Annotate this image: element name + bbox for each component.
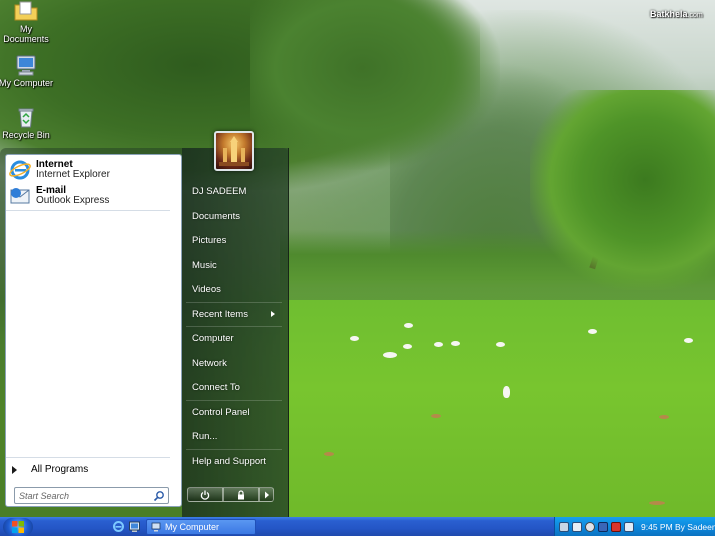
system-tray: 9:45 PM By Sadeem	[554, 517, 715, 536]
wallpaper-bird	[684, 338, 693, 343]
lock-icon	[238, 489, 244, 499]
taskbar-clock[interactable]: 9:45 PM By Sadeem	[641, 522, 715, 532]
wallpaper-leaf	[659, 415, 669, 419]
chevron-right-icon	[12, 465, 17, 474]
start-menu-link-control-panel[interactable]: Control Panel	[187, 402, 279, 422]
internet-explorer-icon	[9, 160, 31, 180]
taskbar-window-my-computer[interactable]: My Computer	[146, 519, 256, 535]
start-menu-link-run[interactable]: Run...	[187, 426, 279, 446]
power-button[interactable]	[187, 487, 223, 502]
wallpaper-bird	[496, 342, 505, 347]
start-menu-divider	[186, 302, 282, 303]
start-menu-link-music[interactable]: Music	[187, 255, 279, 275]
wallpaper-tree-right	[530, 90, 715, 290]
internet-explorer-icon[interactable]	[112, 520, 125, 533]
all-programs-separator	[6, 457, 170, 458]
user-picture-icon	[219, 136, 249, 166]
start-menu-link-network[interactable]: Network	[187, 353, 279, 373]
start-menu-link-documents[interactable]: Documents	[187, 206, 279, 226]
safely-remove-icon[interactable]	[624, 521, 634, 532]
lock-button[interactable]	[223, 487, 259, 502]
windows-logo-icon	[12, 521, 24, 533]
volume-icon[interactable]	[572, 521, 582, 532]
start-menu-link-connect-to[interactable]: Connect To	[187, 377, 279, 397]
submenu-arrow-icon	[271, 311, 275, 317]
monitor-icon[interactable]	[598, 521, 608, 532]
start-menu-divider	[186, 326, 282, 327]
wallpaper-leaf	[431, 414, 441, 418]
desktop-icon-my-computer[interactable]: My Computer	[0, 54, 56, 88]
start-menu-link-recent-items[interactable]: Recent Items	[187, 304, 279, 324]
start-button[interactable]	[3, 518, 33, 536]
start-menu-link-videos[interactable]: Videos	[187, 279, 279, 299]
start-menu-divider	[186, 449, 282, 450]
wallpaper-leaf	[324, 452, 334, 456]
search-icon[interactable]	[153, 490, 165, 502]
wallpaper-bird	[404, 323, 413, 328]
computer-icon	[16, 55, 36, 76]
wallpaper-bird	[503, 386, 510, 398]
start-menu-link-computer[interactable]: Computer	[187, 328, 279, 348]
recycle-bin-icon	[18, 108, 34, 128]
start-menu-link-pictures[interactable]: Pictures	[187, 230, 279, 250]
pinned-item-internet[interactable]: Internet Internet Explorer	[9, 157, 179, 183]
arrow-right-icon	[264, 491, 269, 498]
show-desktop-icon[interactable]	[128, 520, 141, 533]
power-icon	[200, 490, 210, 500]
wallpaper-bird	[434, 342, 443, 347]
pinned-separator	[6, 210, 170, 211]
folder-documents-icon	[14, 1, 38, 21]
user-avatar[interactable]	[214, 131, 254, 171]
start-menu-link-help-and-support[interactable]: Help and Support	[187, 451, 279, 471]
wallpaper-bird	[588, 329, 597, 334]
start-search-input[interactable]	[15, 488, 153, 503]
wallpaper-lawn	[280, 300, 715, 517]
wallpaper-leaf	[649, 501, 665, 505]
all-programs-button[interactable]: All Programs	[7, 462, 172, 477]
wallpaper-bird	[403, 344, 412, 349]
computer-icon	[151, 522, 161, 532]
start-search-box[interactable]	[14, 487, 169, 504]
desktop-icon-recycle-bin[interactable]: Recycle Bin	[0, 106, 56, 140]
wallpaper-brand-text: Batkhela.com	[650, 9, 703, 19]
wallpaper-bird	[350, 336, 359, 341]
start-menu-user-name[interactable]: DJ SADEEM	[187, 181, 279, 201]
antivirus-icon[interactable]	[585, 521, 595, 532]
desktop-icon-my-documents[interactable]: My Documents	[0, 0, 56, 44]
security-icon[interactable]	[611, 521, 621, 532]
network-icon[interactable]	[559, 521, 569, 532]
wallpaper-bird	[451, 341, 460, 346]
shutdown-options-button[interactable]	[259, 487, 274, 502]
pinned-item-email[interactable]: E-mail Outlook Express	[9, 183, 179, 209]
wallpaper-bird	[383, 352, 397, 358]
start-menu-divider	[186, 400, 282, 401]
wallpaper-tree-branch	[250, 0, 500, 170]
outlook-express-icon	[10, 188, 30, 204]
